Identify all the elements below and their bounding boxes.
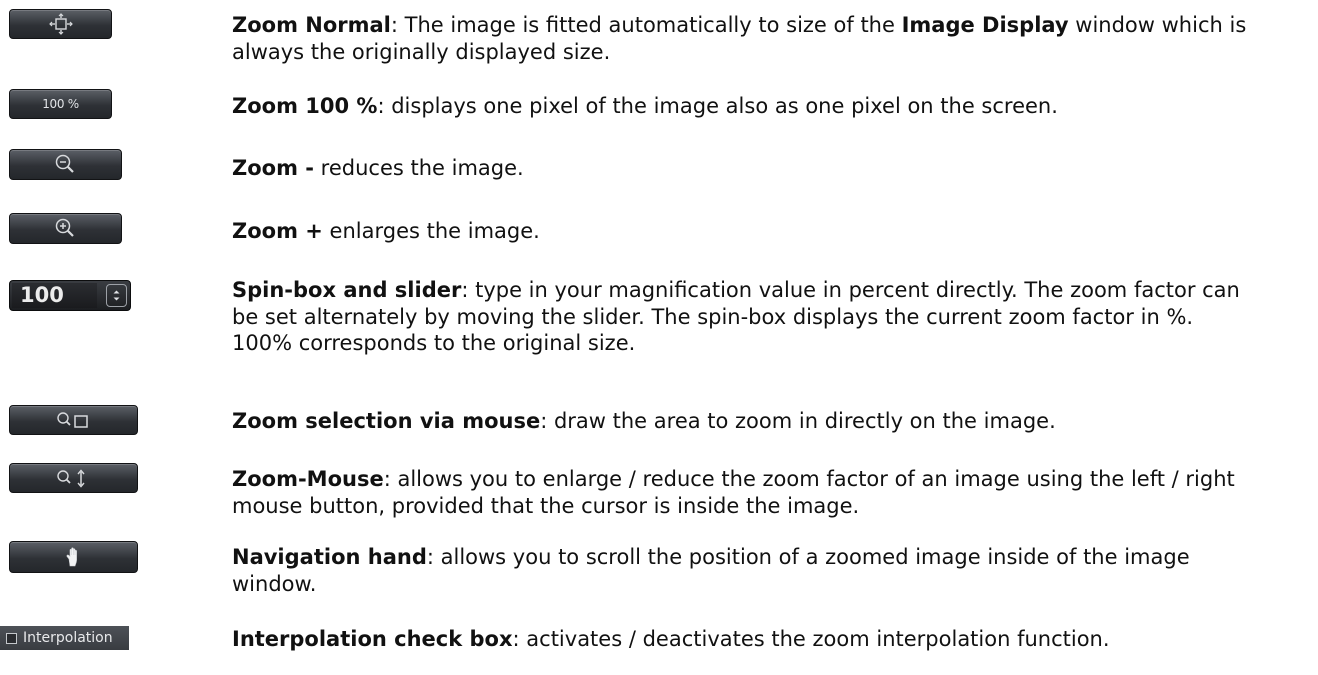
zoom-in-title: Zoom + — [232, 219, 323, 243]
desc-text: : activates / deactivates the zoom inter… — [512, 627, 1110, 651]
zoom-mouse-button[interactable] — [9, 463, 138, 493]
zoom-spin-box[interactable]: 100 — [9, 280, 131, 311]
navigation-hand-title: Navigation hand — [232, 545, 427, 569]
spin-box-description: Spin-box and slider: type in your magnif… — [232, 277, 1252, 357]
navigation-hand-button[interactable] — [9, 541, 138, 573]
desc-text: reduces the image. — [314, 156, 524, 180]
zoom-100-button[interactable]: 100 % — [9, 89, 112, 119]
zoom-100-title: Zoom 100 % — [232, 94, 378, 118]
checkbox-square-icon[interactable] — [6, 632, 17, 644]
zoom-in-icon — [53, 217, 79, 241]
zoom-in-description: Zoom + enlarges the image. — [232, 218, 1252, 245]
desc-text: enlarges the image. — [322, 219, 540, 243]
hand-icon — [64, 546, 84, 568]
spin-box-title: Spin-box and slider — [232, 278, 462, 302]
desc-text: : The image is fitted automatically to s… — [390, 13, 902, 37]
image-display-term: Image Display — [901, 13, 1069, 37]
desc-text: : draw the area to zoom in directly on t… — [540, 409, 1056, 433]
zoom-normal-title: Zoom Normal — [232, 13, 391, 37]
zoom-selection-icon — [54, 409, 94, 431]
zoom-100-description: Zoom 100 %: displays one pixel of the im… — [232, 93, 1252, 120]
zoom-mouse-title: Zoom-Mouse — [232, 467, 384, 491]
spin-arrows-icon[interactable] — [106, 284, 127, 307]
zoom-mouse-description: Zoom-Mouse: allows you to enlarge / redu… — [232, 466, 1252, 519]
navigation-hand-description: Navigation hand: allows you to scroll th… — [232, 544, 1252, 597]
interpolation-description: Interpolation check box: activates / dea… — [232, 626, 1252, 653]
zoom-value-field[interactable]: 100 — [12, 283, 97, 308]
zoom-selection-button[interactable] — [9, 405, 138, 435]
zoom-out-description: Zoom - reduces the image. — [232, 155, 1252, 182]
zoom-normal-icon — [46, 13, 76, 35]
zoom-100-label: 100 % — [42, 97, 79, 111]
zoom-normal-button[interactable] — [9, 9, 112, 39]
interpolation-label: Interpolation — [23, 630, 113, 646]
zoom-in-button[interactable] — [9, 213, 122, 244]
zoom-out-icon — [53, 153, 79, 177]
zoom-out-button[interactable] — [9, 149, 122, 180]
desc-text: : displays one pixel of the image also a… — [377, 94, 1058, 118]
zoom-selection-title: Zoom selection via mouse — [232, 409, 541, 433]
interpolation-checkbox[interactable]: Interpolation — [0, 626, 129, 650]
zoom-out-title: Zoom - — [232, 156, 314, 180]
zoom-mouse-icon — [54, 467, 94, 489]
zoom-selection-description: Zoom selection via mouse: draw the area … — [232, 408, 1252, 435]
zoom-normal-description: Zoom Normal: The image is fitted automat… — [232, 12, 1252, 65]
interpolation-title: Interpolation check box — [232, 627, 513, 651]
